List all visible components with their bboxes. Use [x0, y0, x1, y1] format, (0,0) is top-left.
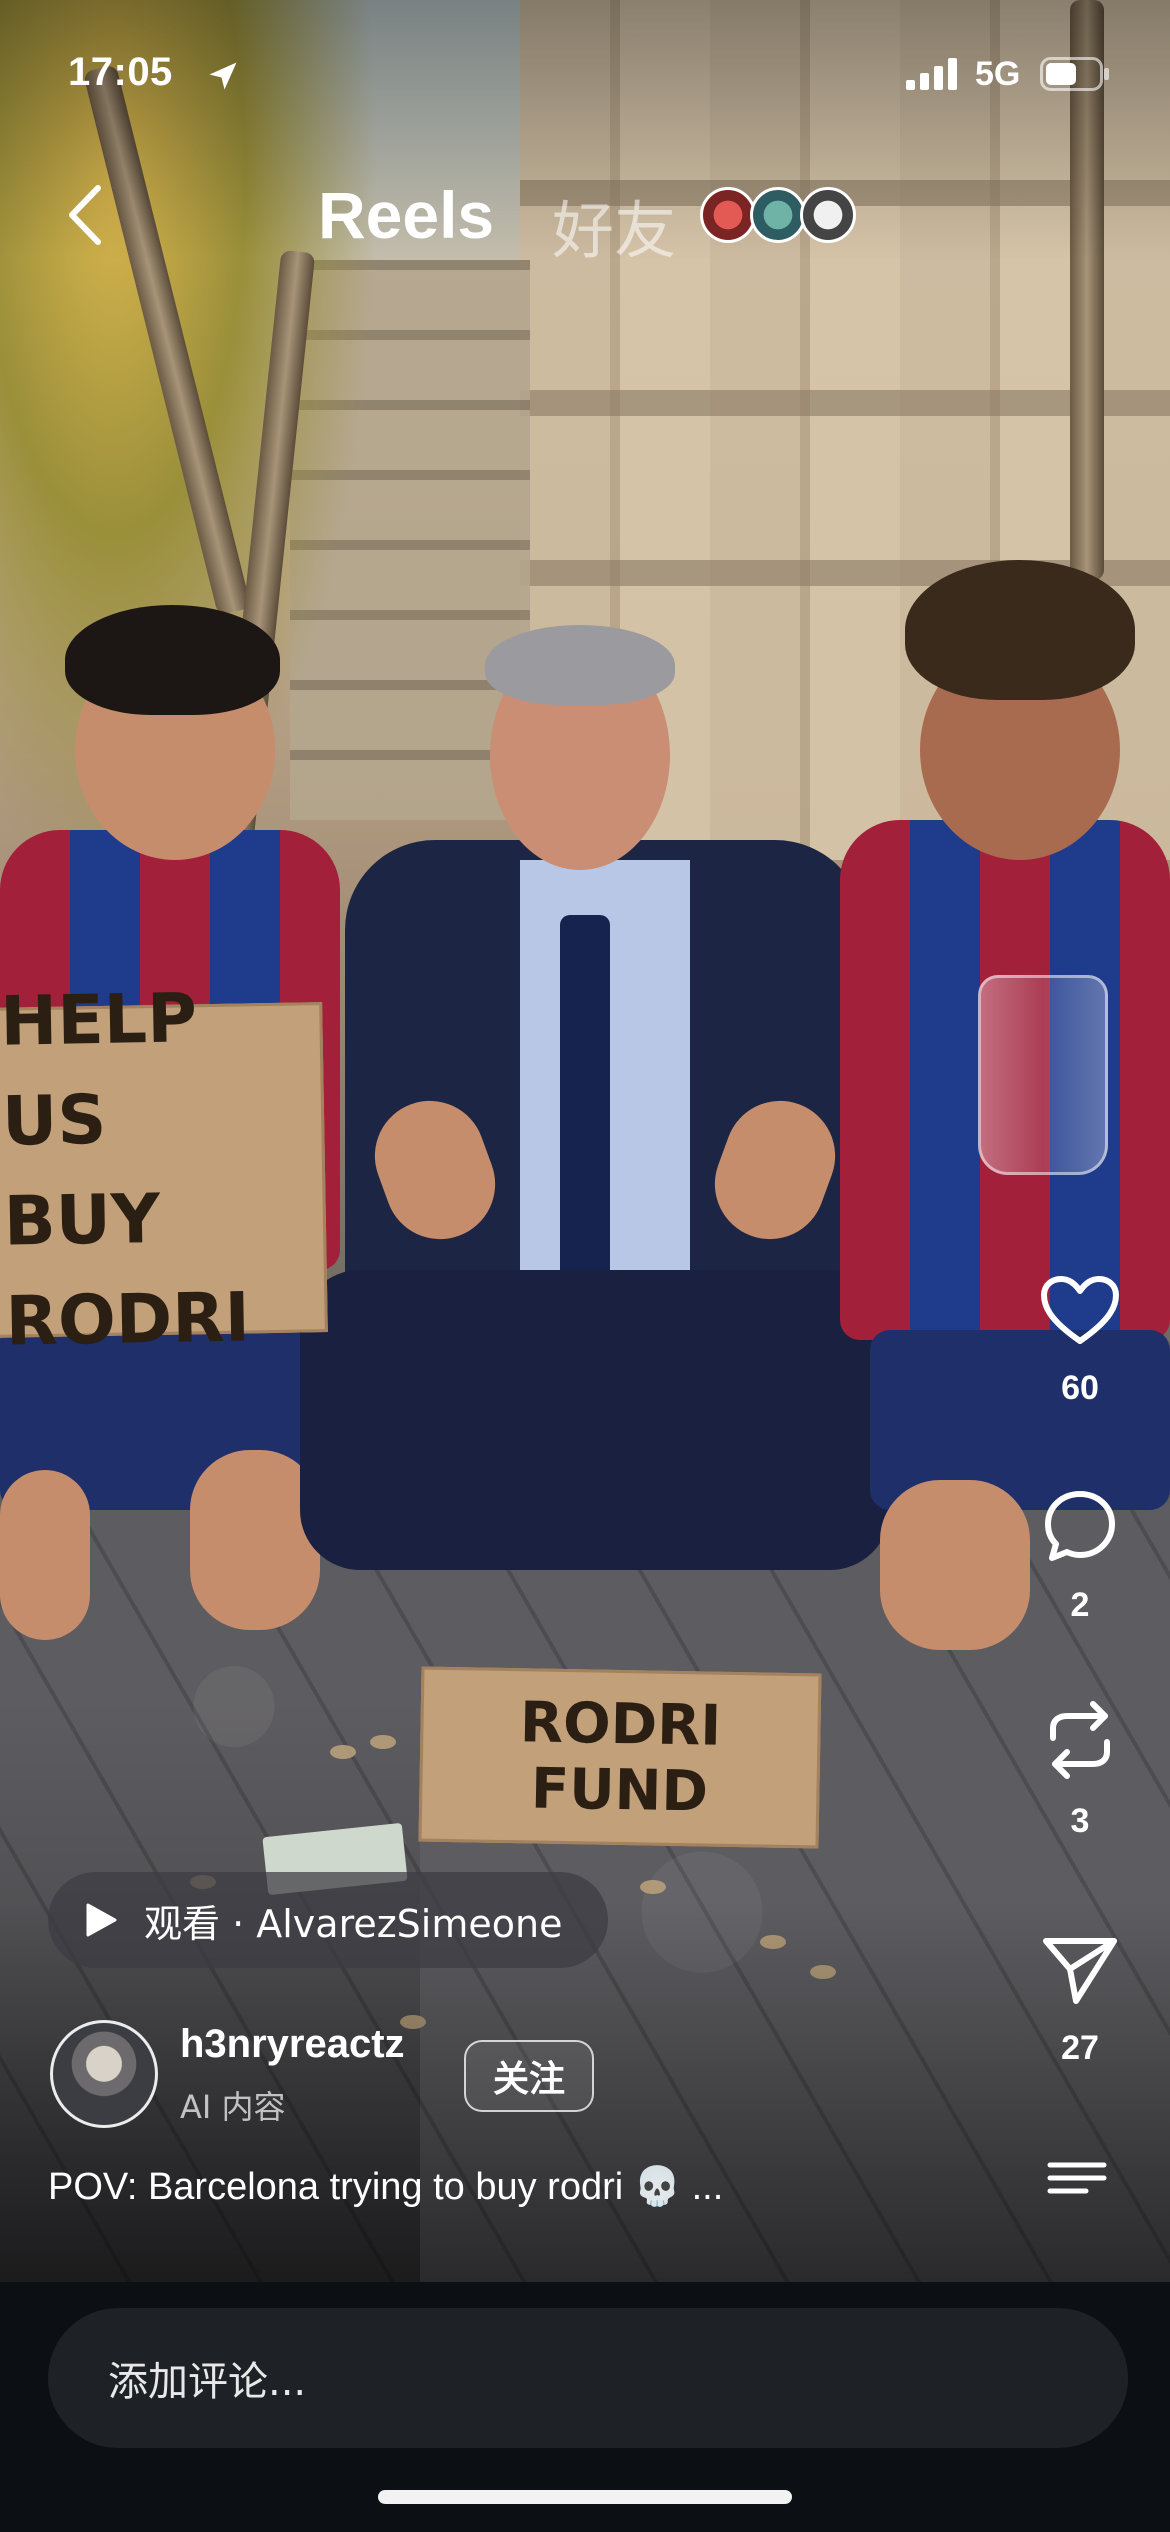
coin [640, 1880, 666, 1894]
sign-line: HELP US [0, 979, 198, 1162]
player-left-hair [65, 605, 280, 715]
rodri-fund-sign: RODRI FUND [418, 1666, 822, 1849]
menu-lines-icon[interactable] [1046, 2160, 1108, 2196]
tab-friends[interactable]: 好友 [552, 180, 676, 270]
player-right-knee [880, 1480, 1030, 1650]
creator-username[interactable]: h3nryreactz [180, 2022, 405, 2067]
watch-original-chip[interactable]: 观看 · AlvarezSimeone [48, 1872, 608, 1968]
add-comment-input[interactable]: 添加评论... [48, 2308, 1128, 2448]
comment-bubble-icon [1045, 1491, 1115, 1561]
ai-content-label: AI 内容 [180, 2088, 286, 2126]
friend-avatar [800, 187, 856, 243]
like-count: 60 [1061, 1369, 1099, 1407]
network-type: 5G [975, 55, 1021, 93]
help-us-sign: HELP US BUY RODRI [0, 979, 328, 1362]
heart-icon [1041, 1276, 1119, 1344]
status-bar: 17:05 5G [0, 0, 1170, 140]
location-arrow-icon [209, 62, 237, 90]
sign-line: BUY RODRI [3, 1179, 251, 1362]
man-legs [300, 1270, 890, 1570]
sign-line: FUND [530, 1755, 709, 1825]
comment-action[interactable]: 2 [1020, 1488, 1140, 1625]
play-icon [86, 1903, 117, 1937]
player-left-knee [0, 1470, 90, 1640]
coin [330, 1745, 356, 1759]
battery-icon [1040, 57, 1109, 91]
comment-count: 2 [1070, 1586, 1090, 1624]
coin [370, 1735, 396, 1749]
status-time: 17:05 [68, 50, 173, 94]
repost-action[interactable]: 3 [1020, 1700, 1140, 1841]
glass-jar [978, 975, 1108, 1175]
send-paper-plane-icon [1043, 1938, 1117, 2004]
friend-avatar [750, 187, 806, 243]
creator-avatar[interactable] [50, 2020, 158, 2128]
cellular-signal-icon [906, 58, 957, 90]
repost-icon [1050, 1701, 1110, 1779]
follow-button[interactable]: 关注 [464, 2040, 594, 2112]
like-action[interactable]: 60 [1020, 1275, 1140, 1408]
share-action[interactable]: 27 [1020, 1935, 1140, 2068]
repost-count: 3 [1070, 1802, 1090, 1840]
friend-avatar [700, 187, 756, 243]
friends-avatar-stack[interactable] [700, 187, 860, 243]
home-indicator[interactable] [378, 2490, 792, 2504]
reel-caption[interactable]: POV: Barcelona trying to buy rodri 💀 ... [48, 2165, 723, 2209]
chevron-left-icon[interactable] [62, 180, 112, 250]
comment-placeholder: 添加评论... [108, 2359, 307, 2405]
player-right-hair [905, 560, 1135, 700]
watch-chip-label: 观看 · AlvarezSimeone [144, 1901, 563, 1946]
man-hair [485, 625, 675, 705]
share-count: 27 [1061, 2029, 1099, 2067]
tab-reels[interactable]: Reels [318, 177, 494, 253]
sign-line: RODRI [519, 1689, 722, 1759]
